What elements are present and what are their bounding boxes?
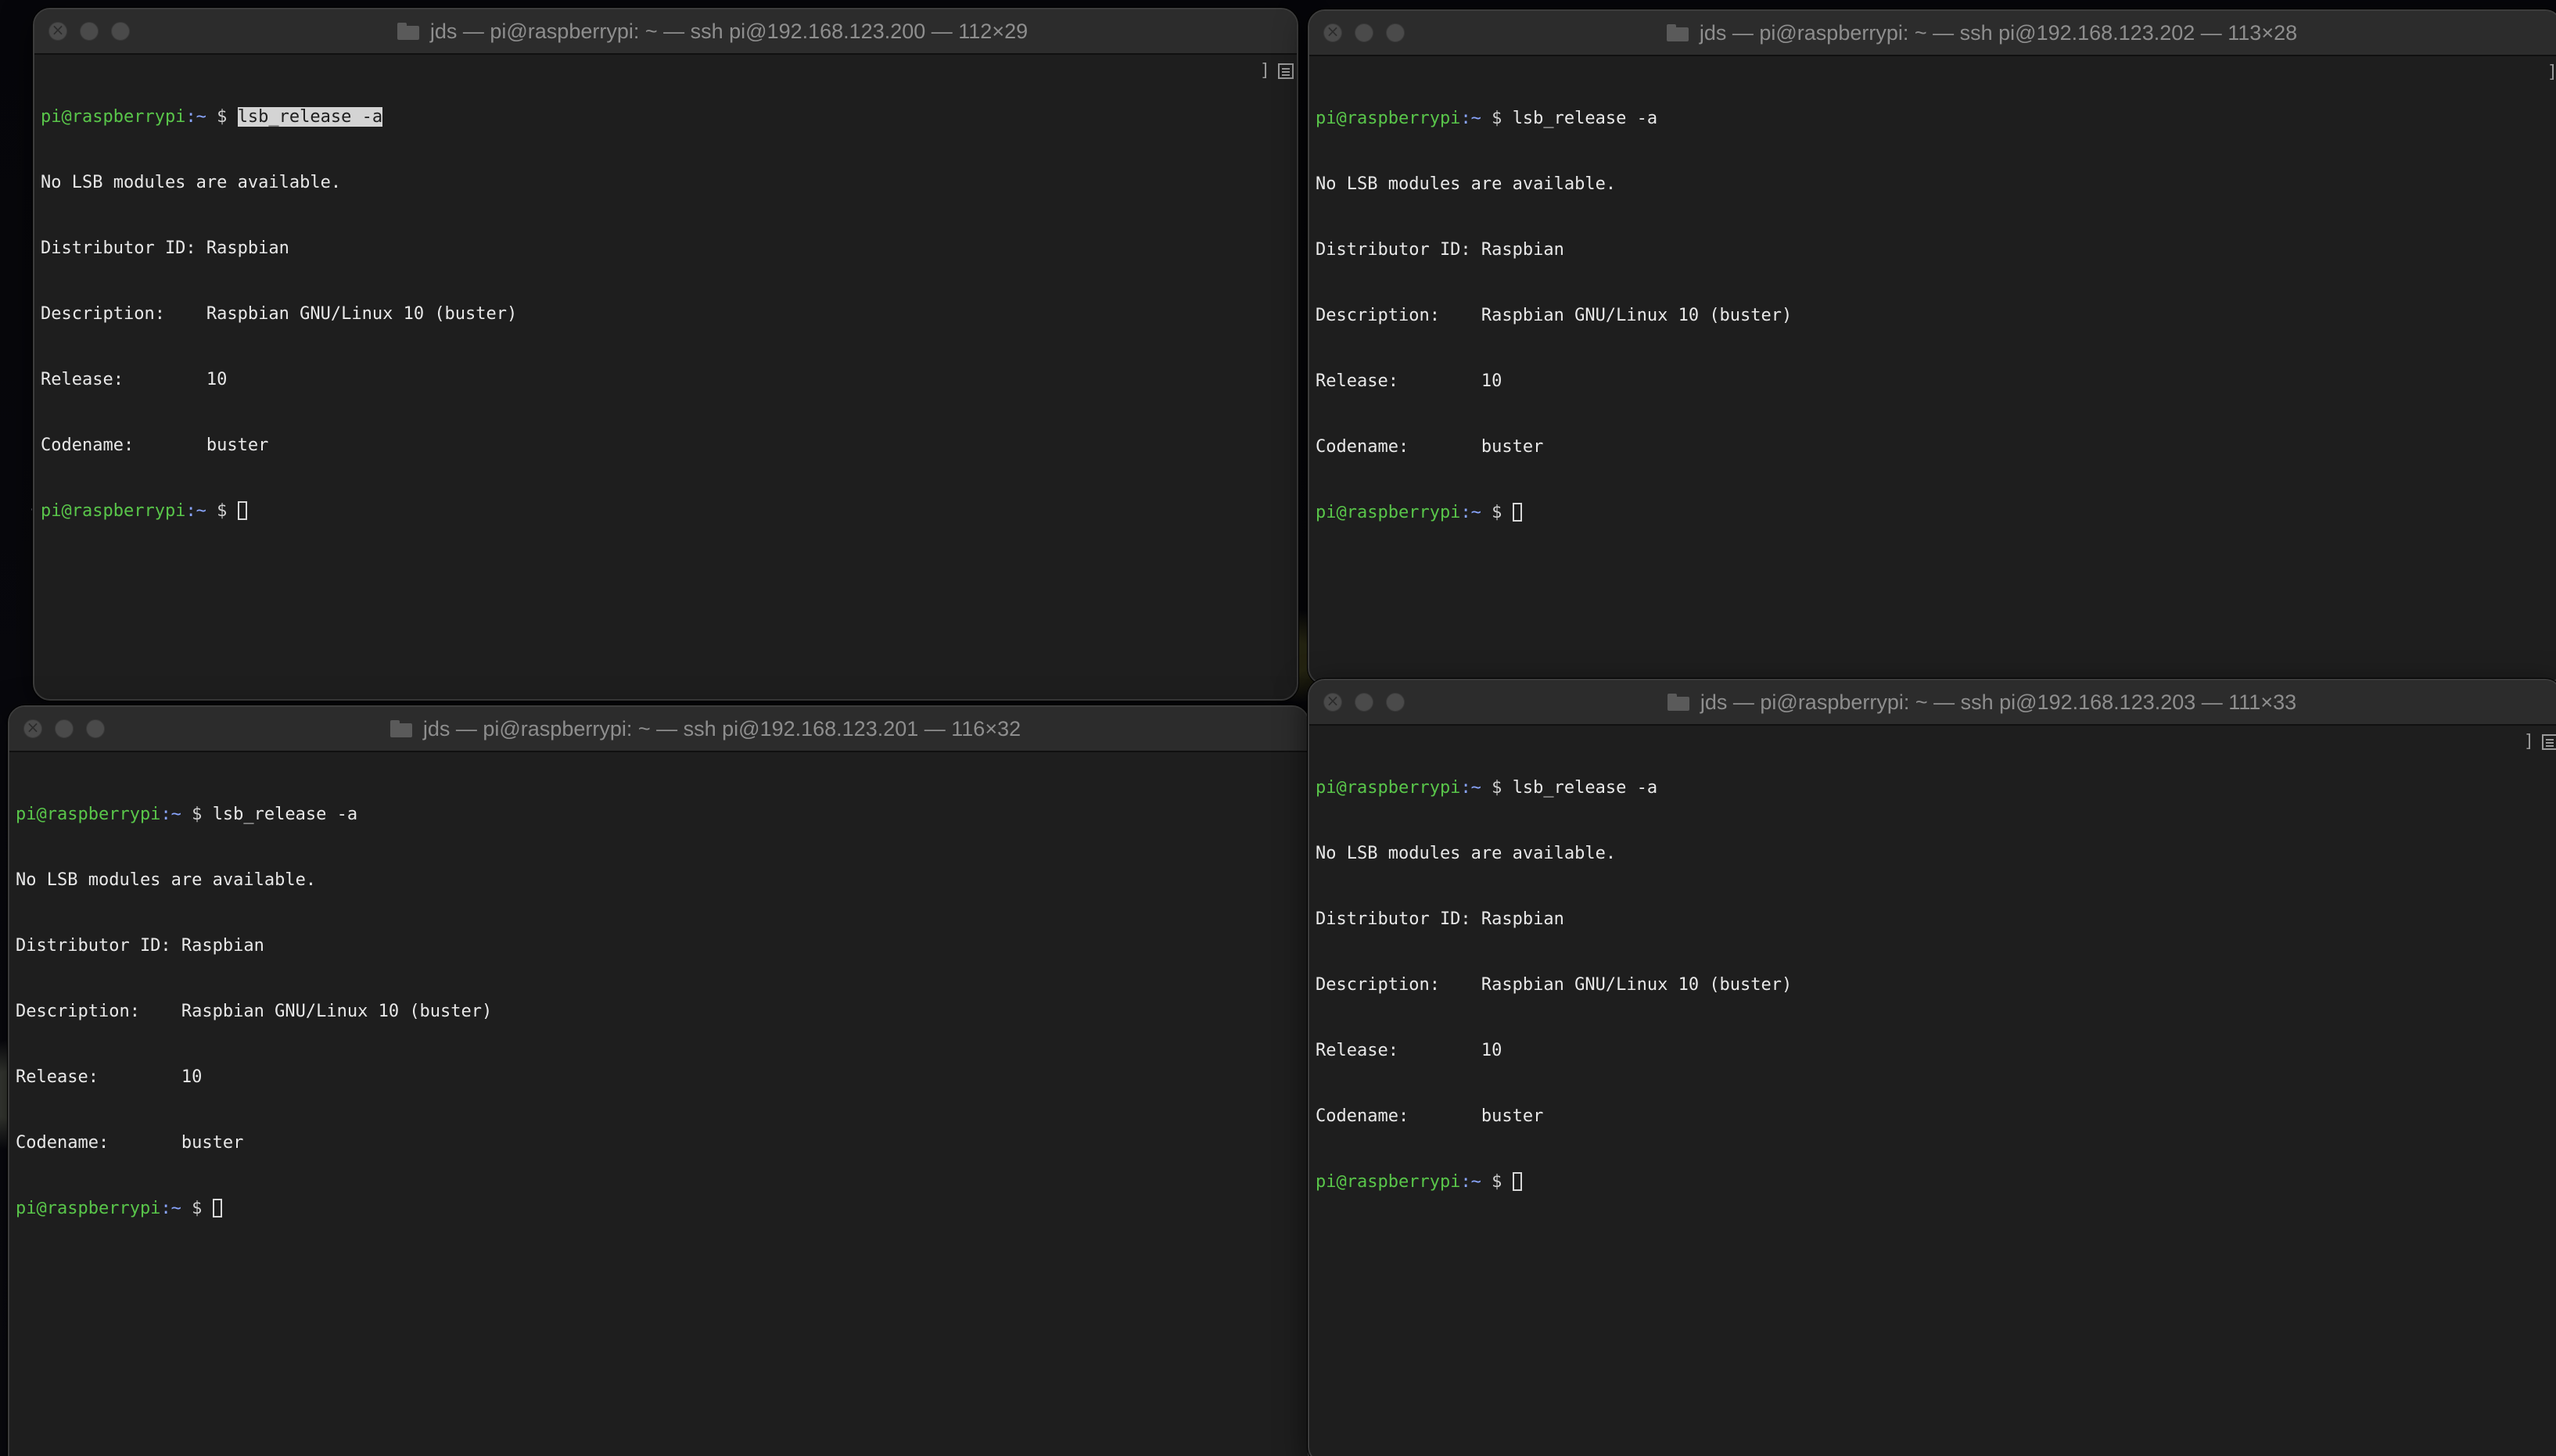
output-line: No LSB modules are available. xyxy=(16,870,317,890)
folder-icon xyxy=(397,23,419,40)
output-line: Description: Raspbian GNU/Linux 10 (bust… xyxy=(1316,306,1793,325)
prompt-user: pi@raspberrypi xyxy=(41,501,186,521)
prompt-symbol: $ xyxy=(181,805,213,824)
folder-icon xyxy=(1666,24,1689,41)
prompt-line: pi@raspberrypi:~ $ lsb_release -a xyxy=(1316,777,2556,799)
prompt-path: :~ xyxy=(1460,109,1481,128)
prompt-path: :~ xyxy=(185,107,206,127)
window-title-area: jds — pi@raspberrypi: ~ — ssh pi@192.168… xyxy=(34,9,1297,53)
terminal-output[interactable]: pi@raspberrypi:~ $ lsb_release -a No LSB… xyxy=(34,55,1297,699)
titlebar[interactable]: jds — pi@raspberrypi: ~ — ssh pi@192.168… xyxy=(34,9,1297,55)
output-line: Codename: buster xyxy=(41,436,269,455)
text-cursor xyxy=(237,501,247,520)
output-line: Codename: buster xyxy=(16,1133,244,1153)
output-line: Description: Raspbian GNU/Linux 10 (bust… xyxy=(16,1002,493,1021)
prompt-symbol: $ xyxy=(1481,503,1513,522)
titlebar[interactable]: jds — pi@raspberrypi: ~ — ssh pi@192.168… xyxy=(1309,680,2556,726)
output-line: Distributor ID: Raspbian xyxy=(1316,240,1564,260)
prompt-user: pi@raspberrypi xyxy=(41,107,186,127)
prompt-path: :~ xyxy=(160,1199,181,1218)
prompt-symbol: $ xyxy=(1481,109,1513,128)
prompt-symbol: $ xyxy=(181,1199,213,1218)
prompt-line: pi@raspberrypi:~ $ lsb_release -a xyxy=(41,106,1297,128)
output-line: Release: 10 xyxy=(1316,1041,1502,1060)
terminal-window[interactable]: jds — pi@raspberrypi: ~ — ssh pi@192.168… xyxy=(33,8,1298,701)
desktop: jds — pi@raspberrypi: ~ — ssh pi@192.168… xyxy=(0,0,2556,1456)
window-title: jds — pi@raspberrypi: ~ — ssh pi@192.168… xyxy=(1700,690,2297,714)
terminal-output[interactable]: pi@raspberrypi:~ $ lsb_release -a No LSB… xyxy=(1309,726,2556,1456)
titlebar[interactable]: jds — pi@raspberrypi: ~ — ssh pi@192.168… xyxy=(1309,11,2556,56)
prompt-path: :~ xyxy=(160,805,181,824)
prompt-user: pi@raspberrypi xyxy=(1316,109,1461,128)
window-title: jds — pi@raspberrypi: ~ — ssh pi@192.168… xyxy=(1699,20,2298,45)
prompt-line: pi@raspberrypi:~ $ xyxy=(1316,1171,2556,1193)
prompt-user: pi@raspberrypi xyxy=(16,805,161,824)
prompt-user: pi@raspberrypi xyxy=(1316,778,1461,798)
window-title: jds — pi@raspberrypi: ~ — ssh pi@192.168… xyxy=(422,716,1021,741)
output-line: Distributor ID: Raspbian xyxy=(1316,909,1564,929)
window-title-area: jds — pi@raspberrypi: ~ — ssh pi@192.168… xyxy=(1309,11,2556,55)
prompt-path: :~ xyxy=(1460,503,1481,522)
prompt-symbol: $ xyxy=(1481,1172,1513,1192)
output-line: Codename: buster xyxy=(1316,437,1544,457)
prompt-user: pi@raspberrypi xyxy=(1316,503,1461,522)
prompt-path: :~ xyxy=(1460,778,1481,798)
output-line: Codename: buster xyxy=(1316,1106,1544,1126)
prompt-line: pi@raspberrypi:~ $ lsb_release -a xyxy=(1316,108,2556,130)
prompt-symbol: $ xyxy=(206,501,238,521)
command-text[interactable]: lsb_release -a xyxy=(1513,109,1657,128)
prompt-line: pi@raspberrypi:~ $ lsb_release -a xyxy=(16,804,1308,826)
prompt-path: :~ xyxy=(1460,1172,1481,1192)
output-line: Release: 10 xyxy=(1316,371,1502,391)
terminal-output[interactable]: pi@raspberrypi:~ $ lsb_release -a No LSB… xyxy=(1309,56,2556,683)
prompt-symbol: $ xyxy=(1481,778,1513,798)
terminal-window[interactable]: jds — pi@raspberrypi: ~ — ssh pi@192.168… xyxy=(1308,9,2556,685)
output-line: Description: Raspbian GNU/Linux 10 (bust… xyxy=(41,304,518,324)
prompt-line: pi@raspberrypi:~ $ xyxy=(16,1198,1308,1220)
output-line: Distributor ID: Raspbian xyxy=(41,238,289,258)
prompt-line: pi@raspberrypi:~ $ xyxy=(1316,502,2556,524)
output-line: No LSB modules are available. xyxy=(1316,174,1617,194)
window-title-area: jds — pi@raspberrypi: ~ — ssh pi@192.168… xyxy=(9,707,1308,751)
output-line: No LSB modules are available. xyxy=(41,173,342,192)
command-text[interactable]: lsb_release -a xyxy=(1513,778,1657,798)
titlebar[interactable]: jds — pi@raspberrypi: ~ — ssh pi@192.168… xyxy=(9,707,1308,752)
output-line: Release: 10 xyxy=(41,370,228,389)
output-line: Description: Raspbian GNU/Linux 10 (bust… xyxy=(1316,975,1793,995)
prompt-path: :~ xyxy=(185,501,206,521)
text-cursor xyxy=(1512,503,1522,522)
text-cursor xyxy=(212,1199,222,1218)
terminal-output[interactable]: pi@raspberrypi:~ $ lsb_release -a No LSB… xyxy=(9,752,1308,1456)
prompt-user: pi@raspberrypi xyxy=(16,1199,161,1218)
output-line: No LSB modules are available. xyxy=(1316,844,1617,863)
text-cursor xyxy=(1512,1172,1522,1191)
folder-icon xyxy=(390,720,412,737)
window-title: jds — pi@raspberrypi: ~ — ssh pi@192.168… xyxy=(429,19,1029,43)
prompt-symbol: $ xyxy=(206,107,238,127)
command-text[interactable]: lsb_release -a xyxy=(237,107,383,127)
output-line: Distributor ID: Raspbian xyxy=(16,936,264,956)
prompt-line: pi@raspberrypi:~ $ xyxy=(41,500,1297,522)
prompt-user: pi@raspberrypi xyxy=(1316,1172,1461,1192)
output-line: Release: 10 xyxy=(16,1067,203,1087)
window-title-area: jds — pi@raspberrypi: ~ — ssh pi@192.168… xyxy=(1309,680,2556,724)
terminal-window[interactable]: jds — pi@raspberrypi: ~ — ssh pi@192.168… xyxy=(1308,679,2556,1456)
folder-icon xyxy=(1667,694,1689,711)
terminal-window[interactable]: jds — pi@raspberrypi: ~ — ssh pi@192.168… xyxy=(8,705,1309,1456)
command-text[interactable]: lsb_release -a xyxy=(213,805,357,824)
